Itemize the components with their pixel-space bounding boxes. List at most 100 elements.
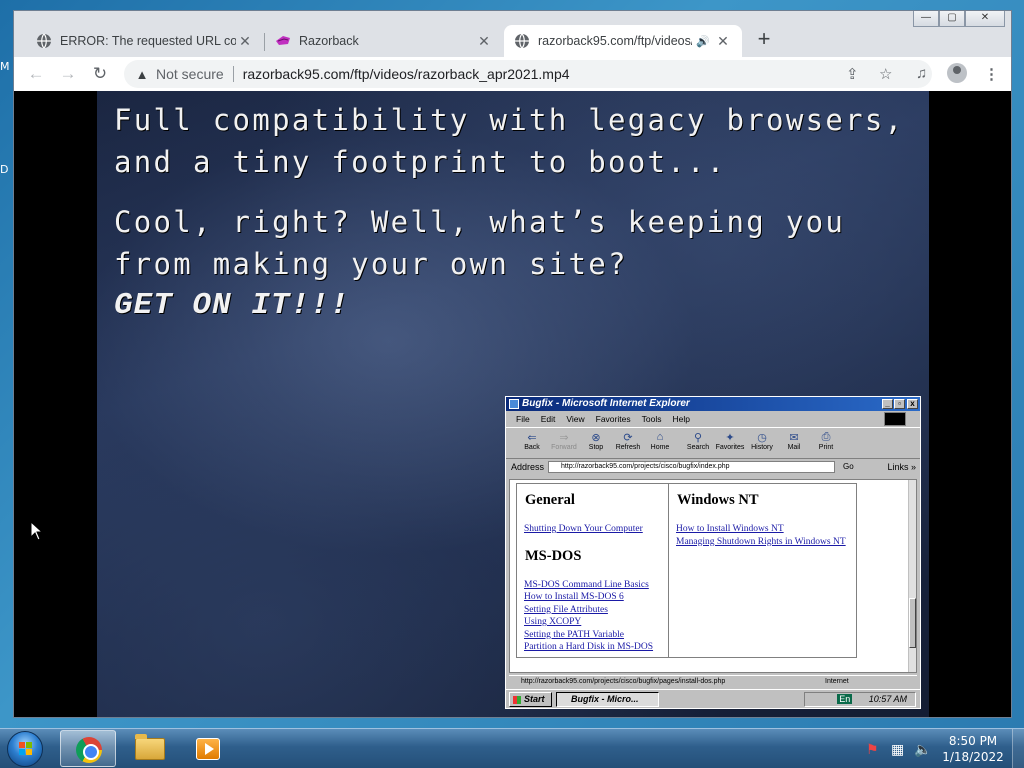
video-caption-line: from making your own site? xyxy=(114,247,628,281)
ie-links-label: Links » xyxy=(887,461,916,472)
video-viewport[interactable]: Full compatibility with legacy browsers,… xyxy=(14,91,1011,717)
security-label[interactable]: Not secure xyxy=(156,66,224,82)
ie-status-url: http://razorback95.com/projects/cisco/bu… xyxy=(521,678,726,685)
share-icon[interactable]: ⇪ xyxy=(846,65,859,83)
new-tab-button[interactable]: + xyxy=(752,26,776,52)
ie-menu-bar: File Edit View Favorites Tools Help xyxy=(506,411,920,427)
ie-page-link: Setting the PATH Variable xyxy=(524,629,625,640)
ie-stop-button: ⊗ Stop xyxy=(580,428,612,458)
mail-icon: ✉ xyxy=(789,432,799,444)
razorback-icon xyxy=(276,36,290,45)
profile-avatar-icon[interactable] xyxy=(947,63,967,83)
show-desktop-button[interactable] xyxy=(1012,729,1024,768)
ie-minimize-icon: _ xyxy=(882,399,893,409)
chrome-icon xyxy=(76,737,102,763)
ie-page-content: General Shutting Down Your Computer MS-D… xyxy=(509,479,917,673)
tab-title: ERROR: The requested URL could xyxy=(60,34,236,48)
section-heading: MS-DOS xyxy=(525,547,582,564)
ie-page-link: How to Install MS-DOS 6 xyxy=(524,592,624,602)
forward-button[interactable]: → xyxy=(52,64,84,84)
address-bar[interactable]: ▲ Not secure razorback95.com/ftp/videos/… xyxy=(124,60,932,88)
close-icon[interactable]: ✕ xyxy=(236,33,254,50)
windows-logo-icon xyxy=(19,742,33,756)
back-button[interactable]: ← xyxy=(20,64,52,84)
win98-start-button: Start xyxy=(509,691,552,707)
ie-page-link: Setting File Attributes xyxy=(524,604,608,615)
taskbar-media-player[interactable] xyxy=(182,730,238,767)
ie-scroll-thumb xyxy=(909,598,916,648)
win98-task-button: Bugfix - Micro... xyxy=(556,691,659,707)
globe-icon xyxy=(515,33,529,49)
ie-icon xyxy=(509,399,519,409)
taskbar-explorer[interactable] xyxy=(122,730,178,767)
ie-menu-item: View xyxy=(566,414,585,424)
tab-video[interactable]: razorback95.com/ftp/videos/ 🔊 ✕ xyxy=(504,25,742,57)
win98-tray: En 10:57 AM xyxy=(804,692,916,707)
minimize-button[interactable]: — xyxy=(913,11,939,27)
tab-title: Razorback xyxy=(299,34,359,48)
network-icon[interactable]: ▦ xyxy=(891,741,904,758)
action-center-flag-icon[interactable]: ⚑ xyxy=(866,741,879,758)
folder-icon xyxy=(135,734,165,760)
desktop-fragment: M xyxy=(0,60,10,73)
taskbar-chrome[interactable] xyxy=(60,730,116,767)
ie-menu-item: Tools xyxy=(641,414,662,424)
warning-icon[interactable]: ▲ xyxy=(134,67,150,82)
reload-button[interactable]: ↻ xyxy=(84,64,116,84)
star-icon[interactable]: ☆ xyxy=(879,65,892,83)
video-caption-line: Cool, right? Well, what’s keeping you xyxy=(114,205,846,239)
video-caption-line: Full compatibility with legacy browsers, xyxy=(114,103,905,137)
start-button[interactable] xyxy=(7,731,43,767)
mouse-cursor-icon xyxy=(30,521,44,541)
forward-arrow-icon: ⇒ xyxy=(559,432,569,444)
ie-page-table: General Shutting Down Your Computer MS-D… xyxy=(516,483,857,658)
ie-menu-item: Help xyxy=(672,414,690,424)
clock-date: 1/18/2022 xyxy=(942,750,1004,764)
home-icon: ⌂ xyxy=(656,431,664,443)
media-player-icon xyxy=(196,738,220,760)
audio-icon[interactable]: 🔊 xyxy=(696,35,710,48)
globe-icon xyxy=(37,33,51,49)
browser-toolbar: ← → ↻ ▲ Not secure razorback95.com/ftp/v… xyxy=(14,57,1011,91)
ie-refresh-button: ⟳ Refresh xyxy=(612,428,644,458)
close-icon[interactable]: ✕ xyxy=(714,33,732,50)
volume-icon[interactable]: 🔈 xyxy=(914,741,931,758)
tab-error[interactable]: ERROR: The requested URL could ✕ xyxy=(26,25,264,57)
media-control-icon[interactable]: ♫ xyxy=(916,65,927,82)
clock-time: 8:50 PM xyxy=(948,734,998,748)
maximize-button[interactable]: ▢ xyxy=(939,11,965,27)
ie-page-link: Managing Shutdown Rights in Windows NT xyxy=(676,536,846,547)
ie-right-column: Windows NT How to Install Windows NT Man… xyxy=(669,484,846,657)
stop-icon: ⊗ xyxy=(591,432,601,444)
windows-taskbar: ⚑ ▦ 🔈 8:50 PM 1/18/2022 xyxy=(0,728,1024,768)
ie-page-link: Using XCOPY xyxy=(524,617,582,627)
ie-home-button: ⌂ Home xyxy=(644,428,676,458)
ie-left-column: General Shutting Down Your Computer MS-D… xyxy=(517,484,669,657)
search-icon: ⚲ xyxy=(693,432,703,444)
ie-address-field: http://razorback95.com/projects/cisco/bu… xyxy=(548,460,836,473)
chrome-window: ERROR: The requested URL could ✕ Razorba… xyxy=(13,10,1012,718)
ie-status-bar: http://razorback95.com/projects/cisco/bu… xyxy=(509,675,917,687)
ie-back-button: ⇐ Back xyxy=(516,428,548,458)
ie-menu-item: Edit xyxy=(540,414,556,424)
video-caption-line: and a tiny footprint to boot... xyxy=(114,145,727,179)
tab-razorback[interactable]: Razorback ✕ xyxy=(265,25,503,57)
system-clock[interactable]: 8:50 PM 1/18/2022 xyxy=(938,733,1008,765)
history-icon: ◷ xyxy=(757,432,767,444)
ie-scrollbar xyxy=(908,480,916,672)
ie-history-button: ◷ History xyxy=(746,428,778,458)
url-text[interactable]: razorback95.com/ftp/videos/razorback_apr… xyxy=(243,66,570,82)
win98-taskbar: Start Bugfix - Micro... En 10:57 AM xyxy=(506,689,920,708)
window-controls: — ▢ ✕ xyxy=(913,11,1005,27)
print-icon: ⎙ xyxy=(821,431,831,443)
ie-page-link: Shutting Down Your Computer xyxy=(524,524,643,534)
menu-icon[interactable]: ⋮ xyxy=(984,65,999,83)
close-window-button[interactable]: ✕ xyxy=(965,11,1005,27)
ie-toolbar: ⇐ Back ⇒ Forward ⊗ Stop ⟳ Refresh ⌂ Home ⚲ Sea… xyxy=(506,427,920,459)
close-icon[interactable]: ✕ xyxy=(475,33,493,50)
ie-page-link: Partition a Hard Disk in MS-DOS xyxy=(524,642,654,652)
desktop-fragment: D xyxy=(0,163,9,176)
ie-close-icon: x xyxy=(907,399,918,409)
video-frame[interactable]: Full compatibility with legacy browsers,… xyxy=(97,91,929,717)
ie-status-zone: Internet xyxy=(825,678,849,685)
